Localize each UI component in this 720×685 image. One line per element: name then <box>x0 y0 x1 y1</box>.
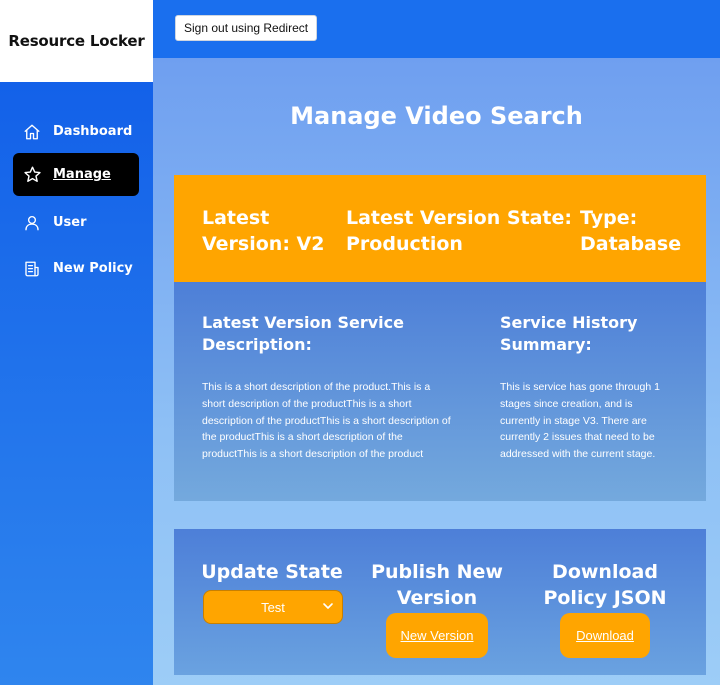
actions-card: Update State Test Publish New Version Ne… <box>174 529 706 675</box>
state-select[interactable]: Test <box>203 590 343 624</box>
sidebar-item-dashboard[interactable]: Dashboard <box>13 110 139 153</box>
latest-version: Latest Version: V2 <box>202 207 325 255</box>
sidebar-item-new-policy[interactable]: New Policy <box>13 247 139 290</box>
description-heading: Latest Version Service Description: <box>202 313 404 354</box>
download-button[interactable]: Download <box>560 613 650 658</box>
page-title: Manage Video Search <box>290 102 583 130</box>
download-heading: Download Policy JSON <box>543 561 667 609</box>
brand-title: Resource Locker <box>8 32 145 50</box>
history-heading: Service History Summary: <box>500 313 638 354</box>
state-select-value: Test <box>261 599 285 615</box>
details-card: Latest Version Service Description: This… <box>174 282 706 501</box>
sidebar-item-manage[interactable]: Manage <box>13 153 139 196</box>
sidebar: Resource Locker Dashboard Manage User Ne… <box>0 0 153 685</box>
home-icon <box>21 121 43 143</box>
top-bar: Sign out using Redirect <box>153 0 720 58</box>
update-state-heading: Update State <box>201 561 343 583</box>
version-summary-card: Latest Version: V2 Latest Version State:… <box>174 175 706 282</box>
latest-version-state: Latest Version State: Production <box>346 207 572 255</box>
publish-heading: Publish New Version <box>371 561 503 609</box>
history-text: This is service has gone through 1 stage… <box>500 381 660 461</box>
star-icon <box>21 164 43 186</box>
sidebar-item-label: New Policy <box>53 261 133 276</box>
main-content: Manage Video Search Latest Version: V2 L… <box>153 58 720 685</box>
description-text: This is a short description of the produ… <box>202 381 451 461</box>
sidebar-item-label: User <box>53 215 87 230</box>
sidebar-item-label: Dashboard <box>53 124 133 139</box>
chevron-down-icon <box>322 600 334 615</box>
sidebar-item-user[interactable]: User <box>13 201 139 244</box>
sidebar-item-label: Manage <box>53 167 111 182</box>
document-icon <box>21 258 43 280</box>
sign-out-button[interactable]: Sign out using Redirect <box>175 15 318 41</box>
service-type: Type: Database <box>580 207 682 255</box>
user-icon <box>21 212 43 234</box>
new-version-button[interactable]: New Version <box>386 613 488 658</box>
brand-header: Resource Locker <box>0 0 153 82</box>
